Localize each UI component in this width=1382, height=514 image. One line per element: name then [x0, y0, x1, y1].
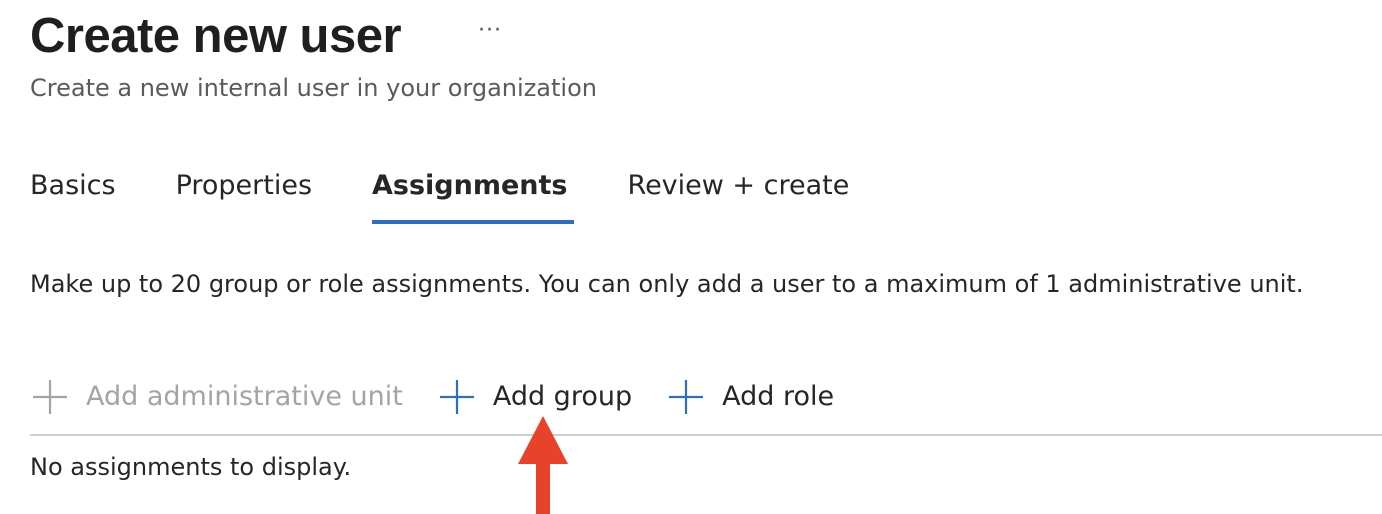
add-administrative-unit-button[interactable]: Add administrative unit [30, 377, 403, 417]
tab-basics[interactable]: Basics [30, 162, 116, 226]
add-group-label: Add group [492, 381, 633, 412]
tab-bar: Basics Properties Assignments Review + c… [30, 162, 909, 226]
assignments-description: Make up to 20 group or role assignments.… [30, 270, 1304, 298]
add-group-button[interactable]: Add group [437, 377, 632, 417]
add-role-button[interactable]: Add role [666, 377, 834, 417]
page-title: Create new user [30, 9, 402, 63]
assignments-toolbar: Add administrative unit Add group Add ro… [30, 372, 868, 422]
empty-assignments-message: No assignments to display. [30, 453, 352, 481]
tab-assignments[interactable]: Assignments [372, 162, 574, 226]
add-administrative-unit-label: Add administrative unit [86, 381, 403, 412]
toolbar-divider [30, 434, 1382, 436]
page-subtitle: Create a new internal user in your organ… [30, 74, 597, 102]
add-role-label: Add role [722, 381, 835, 412]
tab-properties[interactable]: Properties [176, 162, 312, 226]
plus-icon [666, 377, 706, 417]
plus-icon [437, 377, 477, 417]
plus-icon [30, 377, 70, 417]
annotation-arrow-icon [518, 416, 568, 514]
tab-review-create[interactable]: Review + create [628, 162, 850, 226]
more-options-button[interactable]: ··· [470, 20, 510, 50]
